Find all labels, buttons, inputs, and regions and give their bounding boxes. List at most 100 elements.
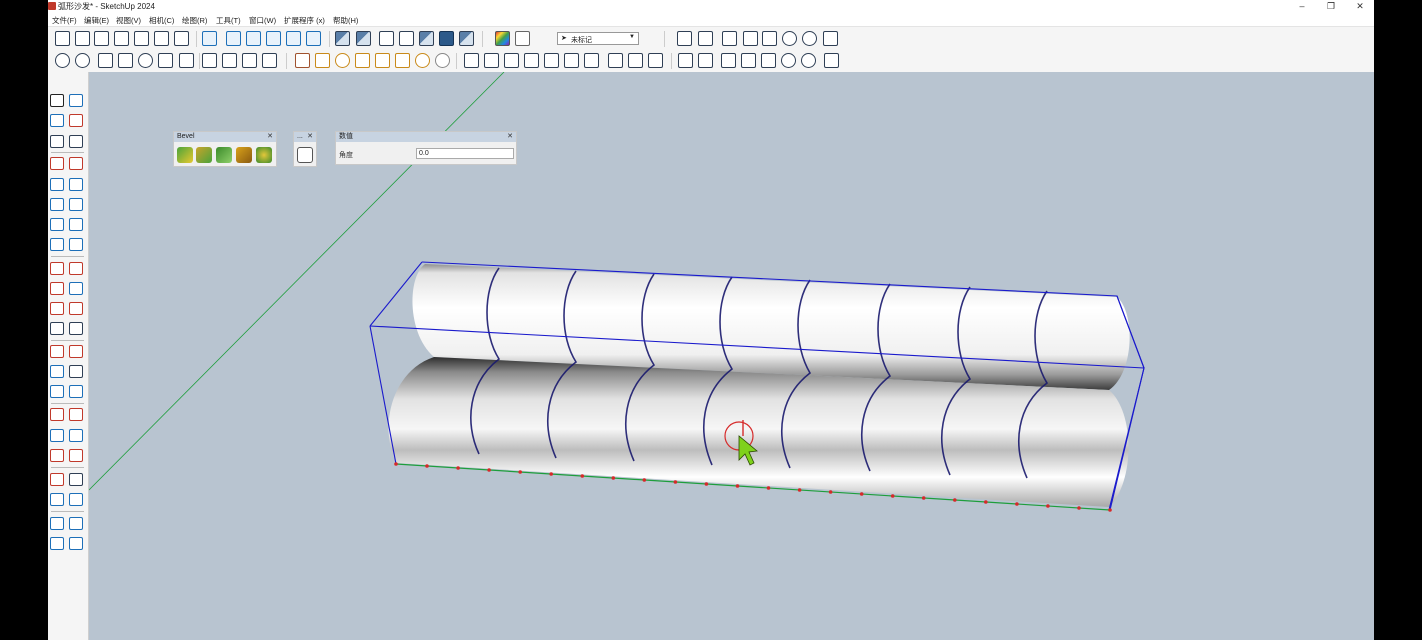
- bevel-close-icon[interactable]: ✕: [267, 132, 273, 142]
- menu-edit[interactable]: 编辑(E): [84, 15, 109, 26]
- tag-tool-icon[interactable]: [515, 31, 530, 46]
- zoom-extents-icon[interactable]: [50, 449, 64, 462]
- position-texture-icon[interactable]: [69, 322, 83, 335]
- cursor-select-icon[interactable]: [823, 31, 838, 46]
- wireframe-icon[interactable]: [379, 31, 394, 46]
- extension-tool-13-icon[interactable]: [315, 53, 330, 68]
- extension-tool-33-icon[interactable]: [741, 53, 756, 68]
- extension-tool-1-icon[interactable]: [55, 53, 70, 68]
- sandbox-tool-2-icon[interactable]: [69, 517, 83, 530]
- close-icon[interactable]: ✕: [1350, 0, 1370, 13]
- extension-tool-23-icon[interactable]: [524, 53, 539, 68]
- monochrome-icon[interactable]: [459, 31, 474, 46]
- tag-tool-icon-left[interactable]: [50, 135, 64, 148]
- menu-help[interactable]: 帮助(H): [333, 15, 358, 26]
- solid-intersect-icon[interactable]: [226, 31, 241, 46]
- extension-tool-2-icon[interactable]: [75, 53, 90, 68]
- measurements-input[interactable]: 0.0: [416, 148, 514, 159]
- solid-union-icon[interactable]: [202, 31, 217, 46]
- layer-stack-icon[interactable]: [677, 31, 692, 46]
- rectangle-tool-icon[interactable]: [50, 178, 64, 191]
- color-by-tag-icon[interactable]: [495, 31, 510, 46]
- extension-tool-11-icon[interactable]: [262, 53, 277, 68]
- freehand-tool-icon[interactable]: [69, 157, 83, 170]
- menu-view[interactable]: 视图(V): [116, 15, 141, 26]
- extension-tool-29-icon[interactable]: [648, 53, 663, 68]
- shaded-textures-icon[interactable]: [439, 31, 454, 46]
- zoom-tool-icon[interactable]: [50, 429, 64, 442]
- bevel-settings-icon[interactable]: [256, 147, 272, 163]
- extension-tool-21-icon[interactable]: [484, 53, 499, 68]
- look-around-icon[interactable]: [50, 493, 64, 506]
- polygon-tool-icon[interactable]: [69, 198, 83, 211]
- rotated-rectangle-icon[interactable]: [69, 178, 83, 191]
- three-point-arc-icon[interactable]: [50, 238, 64, 251]
- extension-tool-28-icon[interactable]: [628, 53, 643, 68]
- move-tool-icon[interactable]: [50, 262, 64, 275]
- menu-tools[interactable]: 工具(T): [216, 15, 241, 26]
- right-view-icon[interactable]: [114, 31, 129, 46]
- sandbox-tool-1-icon[interactable]: [50, 517, 64, 530]
- pie-tool-icon[interactable]: [69, 238, 83, 251]
- model-viewport[interactable]: Bevel ✕ ... ✕ 数值 ✕ 角度 0.0: [89, 72, 1374, 640]
- extension-tool-19-icon[interactable]: [435, 53, 450, 68]
- lasso-select-icon[interactable]: [69, 94, 83, 107]
- menu-draw[interactable]: 绘图(R): [182, 15, 207, 26]
- line-tool-icon[interactable]: [50, 157, 64, 170]
- section-icon[interactable]: [722, 31, 737, 46]
- extension-tool-37-icon[interactable]: [824, 53, 839, 68]
- restore-icon[interactable]: ❐: [1321, 0, 1341, 13]
- extension-tool-27-icon[interactable]: [608, 53, 623, 68]
- extension-tool-36-icon[interactable]: [801, 53, 816, 68]
- sphere-icon[interactable]: [782, 31, 797, 46]
- sofa-model-scene[interactable]: [89, 72, 1374, 640]
- minimize-icon[interactable]: –: [1292, 0, 1312, 13]
- bottom-view-icon[interactable]: [174, 31, 189, 46]
- extension-tool-12-icon[interactable]: [295, 53, 310, 68]
- extension-tool-3-icon[interactable]: [98, 53, 113, 68]
- sandbox-tool-3-icon[interactable]: [50, 537, 64, 550]
- extension-tool-6-icon[interactable]: [158, 53, 173, 68]
- bevel-brush-icon[interactable]: [236, 147, 252, 163]
- tape-measure-icon[interactable]: [50, 345, 64, 358]
- extension-tool-22-icon[interactable]: [504, 53, 519, 68]
- circle-tool-icon[interactable]: [50, 198, 64, 211]
- extension-tool-4-icon[interactable]: [118, 53, 133, 68]
- section-plane-icon[interactable]: [50, 408, 64, 421]
- protractor-icon[interactable]: [50, 365, 64, 378]
- scale-tool-icon[interactable]: [50, 302, 64, 315]
- eraser-icon[interactable]: [69, 114, 83, 127]
- sandbox-tool-4-icon[interactable]: [69, 537, 83, 550]
- arc-tool-icon[interactable]: [50, 218, 64, 231]
- extension-tool-5-icon[interactable]: [138, 53, 153, 68]
- follow-me-icon[interactable]: [69, 282, 83, 295]
- left-view-icon[interactable]: [154, 31, 169, 46]
- select-tool-icon[interactable]: [50, 94, 64, 107]
- solid-subtract-icon[interactable]: [246, 31, 261, 46]
- extension-tool-10-icon[interactable]: [242, 53, 257, 68]
- flip-tool-icon[interactable]: [50, 322, 64, 335]
- extension-tool-26-icon[interactable]: [584, 53, 599, 68]
- arc-toolbar-close-icon[interactable]: ✕: [307, 132, 313, 142]
- menu-extensions[interactable]: 扩展程序 (x): [284, 15, 325, 26]
- extension-tool-14-icon[interactable]: [335, 53, 350, 68]
- text-tool-icon[interactable]: [69, 365, 83, 378]
- tag-select[interactable]: ➤ 未标记 ▼: [557, 32, 639, 45]
- extension-tool-7-icon[interactable]: [179, 53, 194, 68]
- bevel-round-icon[interactable]: [196, 147, 212, 163]
- extension-tool-9-icon[interactable]: [222, 53, 237, 68]
- hidden-line-icon[interactable]: [399, 31, 414, 46]
- menu-window[interactable]: 窗口(W): [249, 15, 276, 26]
- solid-trim-icon[interactable]: [266, 31, 281, 46]
- extension-tool-31-icon[interactable]: [698, 53, 713, 68]
- extension-tool-35-icon[interactable]: [781, 53, 796, 68]
- extension-tool-16-icon[interactable]: [375, 53, 390, 68]
- curve-tool-icon[interactable]: [297, 147, 313, 163]
- soften-eraser-icon[interactable]: [69, 135, 83, 148]
- menu-file[interactable]: 文件(F): [52, 15, 77, 26]
- outer-shell-icon[interactable]: [306, 31, 321, 46]
- solid-split-icon[interactable]: [286, 31, 301, 46]
- two-point-arc-icon[interactable]: [69, 218, 83, 231]
- axes-tool-icon[interactable]: [50, 385, 64, 398]
- rotate-tool-icon[interactable]: [50, 282, 64, 295]
